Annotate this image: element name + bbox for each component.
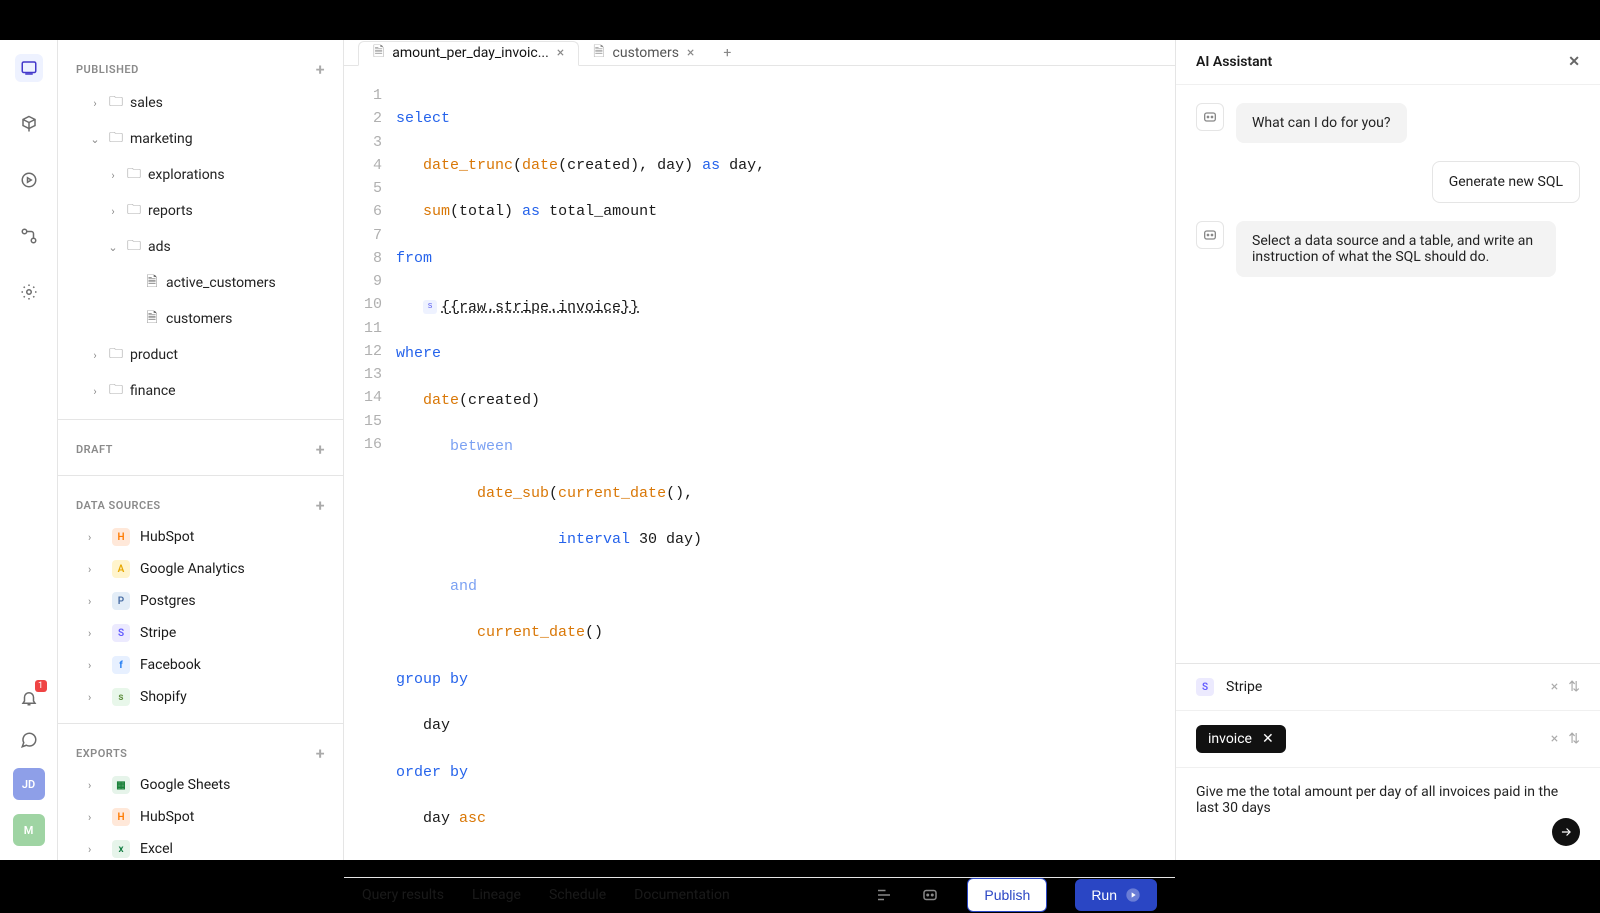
code-content: select date_trunc(date(created), day) as… [396, 84, 1175, 877]
folder-icon: 🗀 [108, 91, 124, 115]
file-icon: 🗎 [593, 41, 604, 65]
tab-amount-per-day[interactable]: 🗎 amount_per_day_invoic... × [358, 41, 579, 66]
ai-inputs: S Stripe ×⇅ invoice ✕ ×⇅ Give me the tot… [1176, 663, 1600, 860]
ds-item-shopify[interactable]: ›sShopify [58, 681, 343, 713]
bot-avatar-icon [1196, 221, 1224, 249]
ai-message: What can I do for you? [1196, 103, 1580, 143]
ai-source-select[interactable]: S Stripe ×⇅ [1176, 664, 1600, 711]
file-icon: 🗎 [144, 307, 160, 331]
tab-schedule[interactable]: Schedule [549, 887, 606, 903]
ai-title: AI Assistant [1196, 54, 1272, 70]
chat-icon[interactable] [15, 726, 43, 754]
tree-ads[interactable]: ⌄🗀ads [58, 229, 343, 265]
send-button[interactable] [1552, 818, 1580, 846]
chevron-updown-icon[interactable]: ⇅ [1568, 679, 1580, 695]
tab-documentation[interactable]: Documentation [634, 887, 730, 903]
tree-explorations[interactable]: ›🗀explorations [58, 157, 343, 193]
tree-active-customers[interactable]: 🗎active_customers [58, 265, 343, 301]
ai-table-select[interactable]: invoice ✕ × ⇅ [1176, 711, 1600, 768]
add-export-icon[interactable]: + [316, 744, 325, 763]
close-tab-icon[interactable]: × [687, 45, 694, 61]
ds-item-stripe[interactable]: ›SStripe [58, 617, 343, 649]
ai-message: Select a data source and a table, and wr… [1196, 221, 1580, 277]
add-draft-icon[interactable]: + [316, 440, 325, 459]
avatar-jd[interactable]: JD [13, 768, 45, 800]
ai-prompt-input[interactable]: Give me the total amount per day of all … [1176, 768, 1600, 860]
add-published-icon[interactable]: + [316, 60, 325, 79]
source-reference[interactable]: s{{raw.stripe.invoice}} [423, 296, 639, 319]
section-draft: DRAFT + [58, 430, 343, 465]
folder-icon: 🗀 [126, 235, 142, 259]
table-pill: invoice ✕ [1196, 725, 1286, 753]
source-badge: S [1196, 678, 1214, 696]
tree-customers[interactable]: 🗎customers [58, 301, 343, 337]
section-datasources: DATA SOURCES + [58, 486, 343, 521]
add-datasource-icon[interactable]: + [316, 496, 325, 515]
run-button[interactable]: Run [1075, 879, 1157, 911]
sidebar: PUBLISHED + ›🗀sales ⌄🗀marketing ›🗀explor… [58, 40, 344, 860]
close-panel-icon[interactable]: ✕ [1568, 54, 1580, 70]
tabs: 🗎 amount_per_day_invoic... × 🗎 customers… [344, 40, 1175, 66]
file-icon: 🗎 [144, 271, 160, 295]
notifications-icon[interactable] [15, 684, 43, 712]
rail-icon-cube[interactable] [15, 110, 43, 138]
ds-item-hubspot[interactable]: ›HHubSpot [58, 801, 343, 833]
folder-icon: 🗀 [126, 163, 142, 187]
clear-icon[interactable]: × [1551, 731, 1558, 747]
user-message: Generate new SQL [1196, 161, 1580, 203]
tab-customers[interactable]: 🗎 customers × [579, 40, 709, 65]
folder-icon: 🗀 [108, 379, 124, 403]
left-rail: JD M [0, 40, 58, 860]
play-icon [1125, 887, 1141, 903]
rail-icon-settings[interactable] [15, 278, 43, 306]
chevron-updown-icon[interactable]: ⇅ [1568, 731, 1580, 747]
rail-icon-workspace[interactable] [15, 54, 43, 82]
tab-query-results[interactable]: Query results [362, 887, 444, 903]
code-editor[interactable]: 12345678910111213141516 select date_trun… [344, 66, 1175, 877]
ds-item-facebook[interactable]: ›fFacebook [58, 649, 343, 681]
ai-conversation: What can I do for you? Generate new SQL … [1176, 85, 1600, 663]
remove-table-icon[interactable]: ✕ [1262, 731, 1274, 747]
publish-button[interactable]: Publish [967, 878, 1047, 912]
bot-avatar-icon [1196, 103, 1224, 131]
main-editor: 🗎 amount_per_day_invoic... × 🗎 customers… [344, 40, 1176, 860]
clear-icon[interactable]: × [1551, 679, 1558, 695]
format-icon[interactable] [875, 886, 893, 904]
ds-item-google-sheets[interactable]: ›▦Google Sheets [58, 769, 343, 801]
tree-reports[interactable]: ›🗀reports [58, 193, 343, 229]
rail-icon-pipeline[interactable] [15, 222, 43, 250]
ds-item-postgres[interactable]: ›PPostgres [58, 585, 343, 617]
rail-icon-play[interactable] [15, 166, 43, 194]
ds-item-google-analytics[interactable]: ›AGoogle Analytics [58, 553, 343, 585]
app-window: JD M PUBLISHED + ›🗀sales ⌄🗀marketing ›🗀e… [0, 40, 1600, 860]
folder-icon: 🗀 [108, 127, 124, 151]
ai-icon[interactable] [921, 886, 939, 904]
ai-panel: AI Assistant ✕ What can I do for you? Ge… [1176, 40, 1600, 860]
avatar-m[interactable]: M [13, 814, 45, 846]
line-gutter: 12345678910111213141516 [344, 84, 396, 877]
close-tab-icon[interactable]: × [557, 45, 564, 61]
section-exports: EXPORTS + [58, 734, 343, 769]
bottom-toolbar: Query results Lineage Schedule Documenta… [344, 877, 1175, 912]
tab-lineage[interactable]: Lineage [472, 887, 521, 903]
folder-icon: 🗀 [108, 343, 124, 367]
add-tab-icon[interactable]: + [709, 45, 745, 61]
section-published: PUBLISHED + [58, 50, 343, 85]
file-icon: 🗎 [373, 41, 384, 65]
tree-marketing[interactable]: ⌄🗀marketing [58, 121, 343, 157]
ds-item-excel[interactable]: ›xExcel [58, 833, 343, 860]
tree-sales[interactable]: ›🗀sales [58, 85, 343, 121]
rail-bottom: JD M [13, 684, 45, 860]
folder-icon: 🗀 [126, 199, 142, 223]
ai-header: AI Assistant ✕ [1176, 40, 1600, 85]
tree-product[interactable]: ›🗀product [58, 337, 343, 373]
tree-finance[interactable]: ›🗀finance [58, 373, 343, 409]
ds-item-hubspot[interactable]: ›HHubSpot [58, 521, 343, 553]
